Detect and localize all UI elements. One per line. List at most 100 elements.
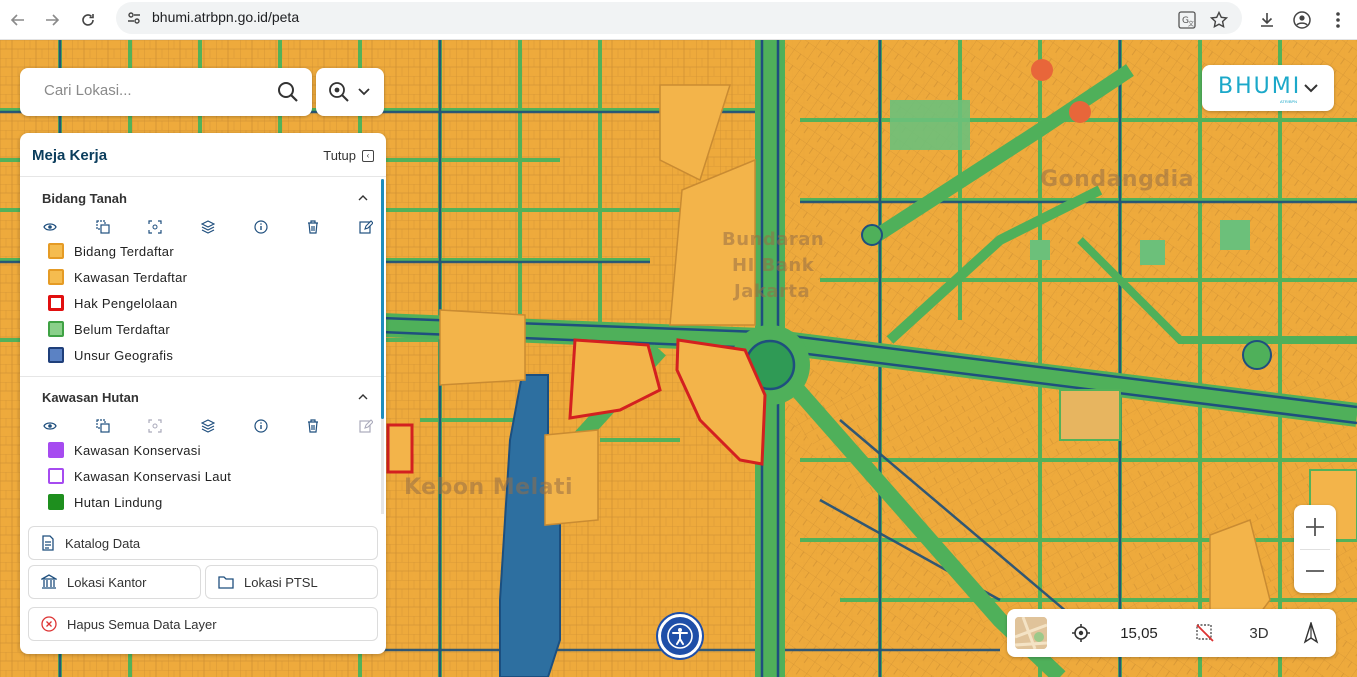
legend-label: Kawasan Konservasi Laut: [74, 468, 232, 484]
legend-label: Kawasan Konservasi: [74, 442, 201, 458]
map-label-jakarta: Jakarta: [734, 281, 811, 302]
search-mode-dropdown[interactable]: [316, 68, 384, 116]
accessibility-button[interactable]: [658, 614, 702, 658]
search-input[interactable]: [44, 82, 264, 99]
legend-swatch: [48, 468, 64, 484]
address-bar[interactable]: bhumi.atrbpn.go.id/peta: [116, 2, 1242, 34]
panel-scrollbar[interactable]: [381, 179, 384, 514]
eye-icon[interactable]: [42, 219, 58, 235]
back-icon[interactable]: [4, 6, 32, 34]
zoom-in-button[interactable]: [1294, 505, 1336, 549]
lokasi-kantor-button[interactable]: Lokasi Kantor: [28, 565, 201, 599]
collapse-icon: ‹: [362, 149, 374, 162]
section-bidang-tanah: Bidang Tanah Bidang Terdaftar Kawasan Te…: [20, 178, 386, 368]
lokasi-kantor-label: Lokasi Kantor: [67, 574, 147, 590]
legend-swatch: [48, 321, 64, 337]
lokasi-ptsl-button[interactable]: Lokasi PTSL: [205, 565, 378, 599]
compass-button[interactable]: [1293, 609, 1329, 657]
close-panel-button[interactable]: Tutup ‹: [323, 148, 374, 163]
legend-swatch: [48, 295, 64, 311]
legend-item: Kawasan Terdaftar: [42, 264, 374, 290]
katalog-data-label: Katalog Data: [65, 535, 141, 551]
plus-icon: [1306, 518, 1324, 536]
focus-icon[interactable]: [147, 219, 163, 235]
map-label-gondangdia: Gondangdia: [1040, 167, 1194, 192]
search-icon[interactable]: [276, 80, 300, 104]
brand-sub: ATR/BPN: [1280, 99, 1298, 104]
section-header-bidang-tanah[interactable]: Bidang Tanah: [42, 178, 374, 218]
measure-button[interactable]: [1187, 609, 1223, 657]
legend-swatch: [48, 494, 64, 510]
trash-icon[interactable]: [305, 219, 321, 235]
legend-item: Kawasan Konservasi Laut: [42, 463, 374, 489]
basemap-thumbnail[interactable]: [1015, 617, 1047, 649]
scrollbar-thumb[interactable]: [381, 179, 384, 419]
bank-building-icon: [41, 574, 57, 589]
brand-logo: BHUMI: [1218, 74, 1302, 99]
legend-item: Kawasan Konservasi: [42, 437, 374, 463]
reload-icon[interactable]: [74, 6, 102, 34]
section-title: Bidang Tanah: [42, 190, 127, 206]
section-kawasan-hutan: Kawasan Hutan Kawasan Konservasi Kawasan…: [20, 377, 386, 515]
document-icon: [42, 535, 54, 551]
legend-swatch: [48, 442, 64, 458]
forward-icon[interactable]: [38, 6, 66, 34]
legend-item: Bidang Terdaftar: [42, 238, 374, 264]
layers-icon[interactable]: [200, 219, 216, 235]
map-label-kebon-melati: Kebon Melati: [404, 475, 574, 500]
legend-item: Hak Pengelolaan: [42, 290, 374, 316]
bookmark-star-icon[interactable]: [1205, 6, 1233, 34]
layers-icon[interactable]: [200, 418, 216, 434]
eye-icon[interactable]: [42, 418, 58, 434]
focus-icon: [147, 418, 163, 434]
trash-icon[interactable]: [305, 418, 321, 434]
lokasi-ptsl-label: Lokasi PTSL: [244, 574, 318, 590]
url-text: bhumi.atrbpn.go.id/peta: [152, 9, 300, 25]
translate-icon[interactable]: G文: [1173, 6, 1201, 34]
toggle-3d-button[interactable]: 3D: [1241, 609, 1277, 657]
layer-tools: [42, 216, 374, 238]
layer-tools: [42, 415, 374, 437]
edit-icon: [358, 418, 374, 434]
hapus-semua-label: Hapus Semua Data Layer: [67, 616, 217, 632]
location-search: [20, 68, 312, 116]
minus-icon: [1306, 570, 1324, 572]
menu-kebab-icon[interactable]: [1324, 6, 1352, 34]
katalog-data-button[interactable]: Katalog Data: [28, 526, 378, 560]
download-icon[interactable]: [1253, 6, 1281, 34]
chevron-down-icon: [358, 88, 370, 96]
legend-swatch: [48, 243, 64, 259]
copy-icon[interactable]: [95, 418, 111, 434]
chevron-up-icon: [358, 195, 368, 201]
copy-icon[interactable]: [95, 219, 111, 235]
legend-label: Unsur Geografis: [74, 347, 174, 363]
legend-label: Belum Terdaftar: [74, 321, 171, 337]
legend-item: Hutan Lindung: [42, 489, 374, 515]
close-panel-label: Tutup: [323, 148, 356, 163]
zoom-search-icon: [329, 82, 349, 102]
basemap-brand-dropdown[interactable]: BHUMI ATR/BPN: [1202, 65, 1334, 111]
panel-scroll-area[interactable]: Bidang Tanah Bidang Terdaftar Kawasan Te…: [20, 178, 386, 516]
hapus-semua-data-layer-button[interactable]: Hapus Semua Data Layer: [28, 607, 378, 641]
site-settings-icon[interactable]: [126, 10, 142, 26]
browser-toolbar: bhumi.atrbpn.go.id/peta G文: [0, 0, 1357, 40]
legend-swatch: [48, 347, 64, 363]
zoom-control: [1294, 505, 1336, 593]
legend-item: Belum Terdaftar: [42, 316, 374, 342]
legend-label: Kawasan Terdaftar: [74, 269, 188, 285]
panel-title: Meja Kerja: [32, 147, 108, 164]
edit-icon[interactable]: [358, 219, 374, 235]
legend-swatch: [48, 269, 64, 285]
info-icon[interactable]: [253, 219, 269, 235]
section-header-kawasan-hutan[interactable]: Kawasan Hutan: [42, 377, 374, 417]
legend-label: Hak Pengelolaan: [74, 295, 178, 311]
info-icon[interactable]: [253, 418, 269, 434]
accessibility-icon: [667, 623, 693, 649]
section-title: Kawasan Hutan: [42, 389, 139, 405]
zoom-out-button[interactable]: [1294, 549, 1336, 593]
workspace-panel: Meja Kerja Tutup ‹ Bidang Tanah Bidang T…: [20, 133, 386, 654]
profile-icon[interactable]: [1288, 6, 1316, 34]
locate-me-button[interactable]: [1063, 609, 1099, 657]
map-status-bar: 15,05 3D: [1007, 609, 1336, 657]
chevron-down-icon: [1304, 84, 1318, 93]
